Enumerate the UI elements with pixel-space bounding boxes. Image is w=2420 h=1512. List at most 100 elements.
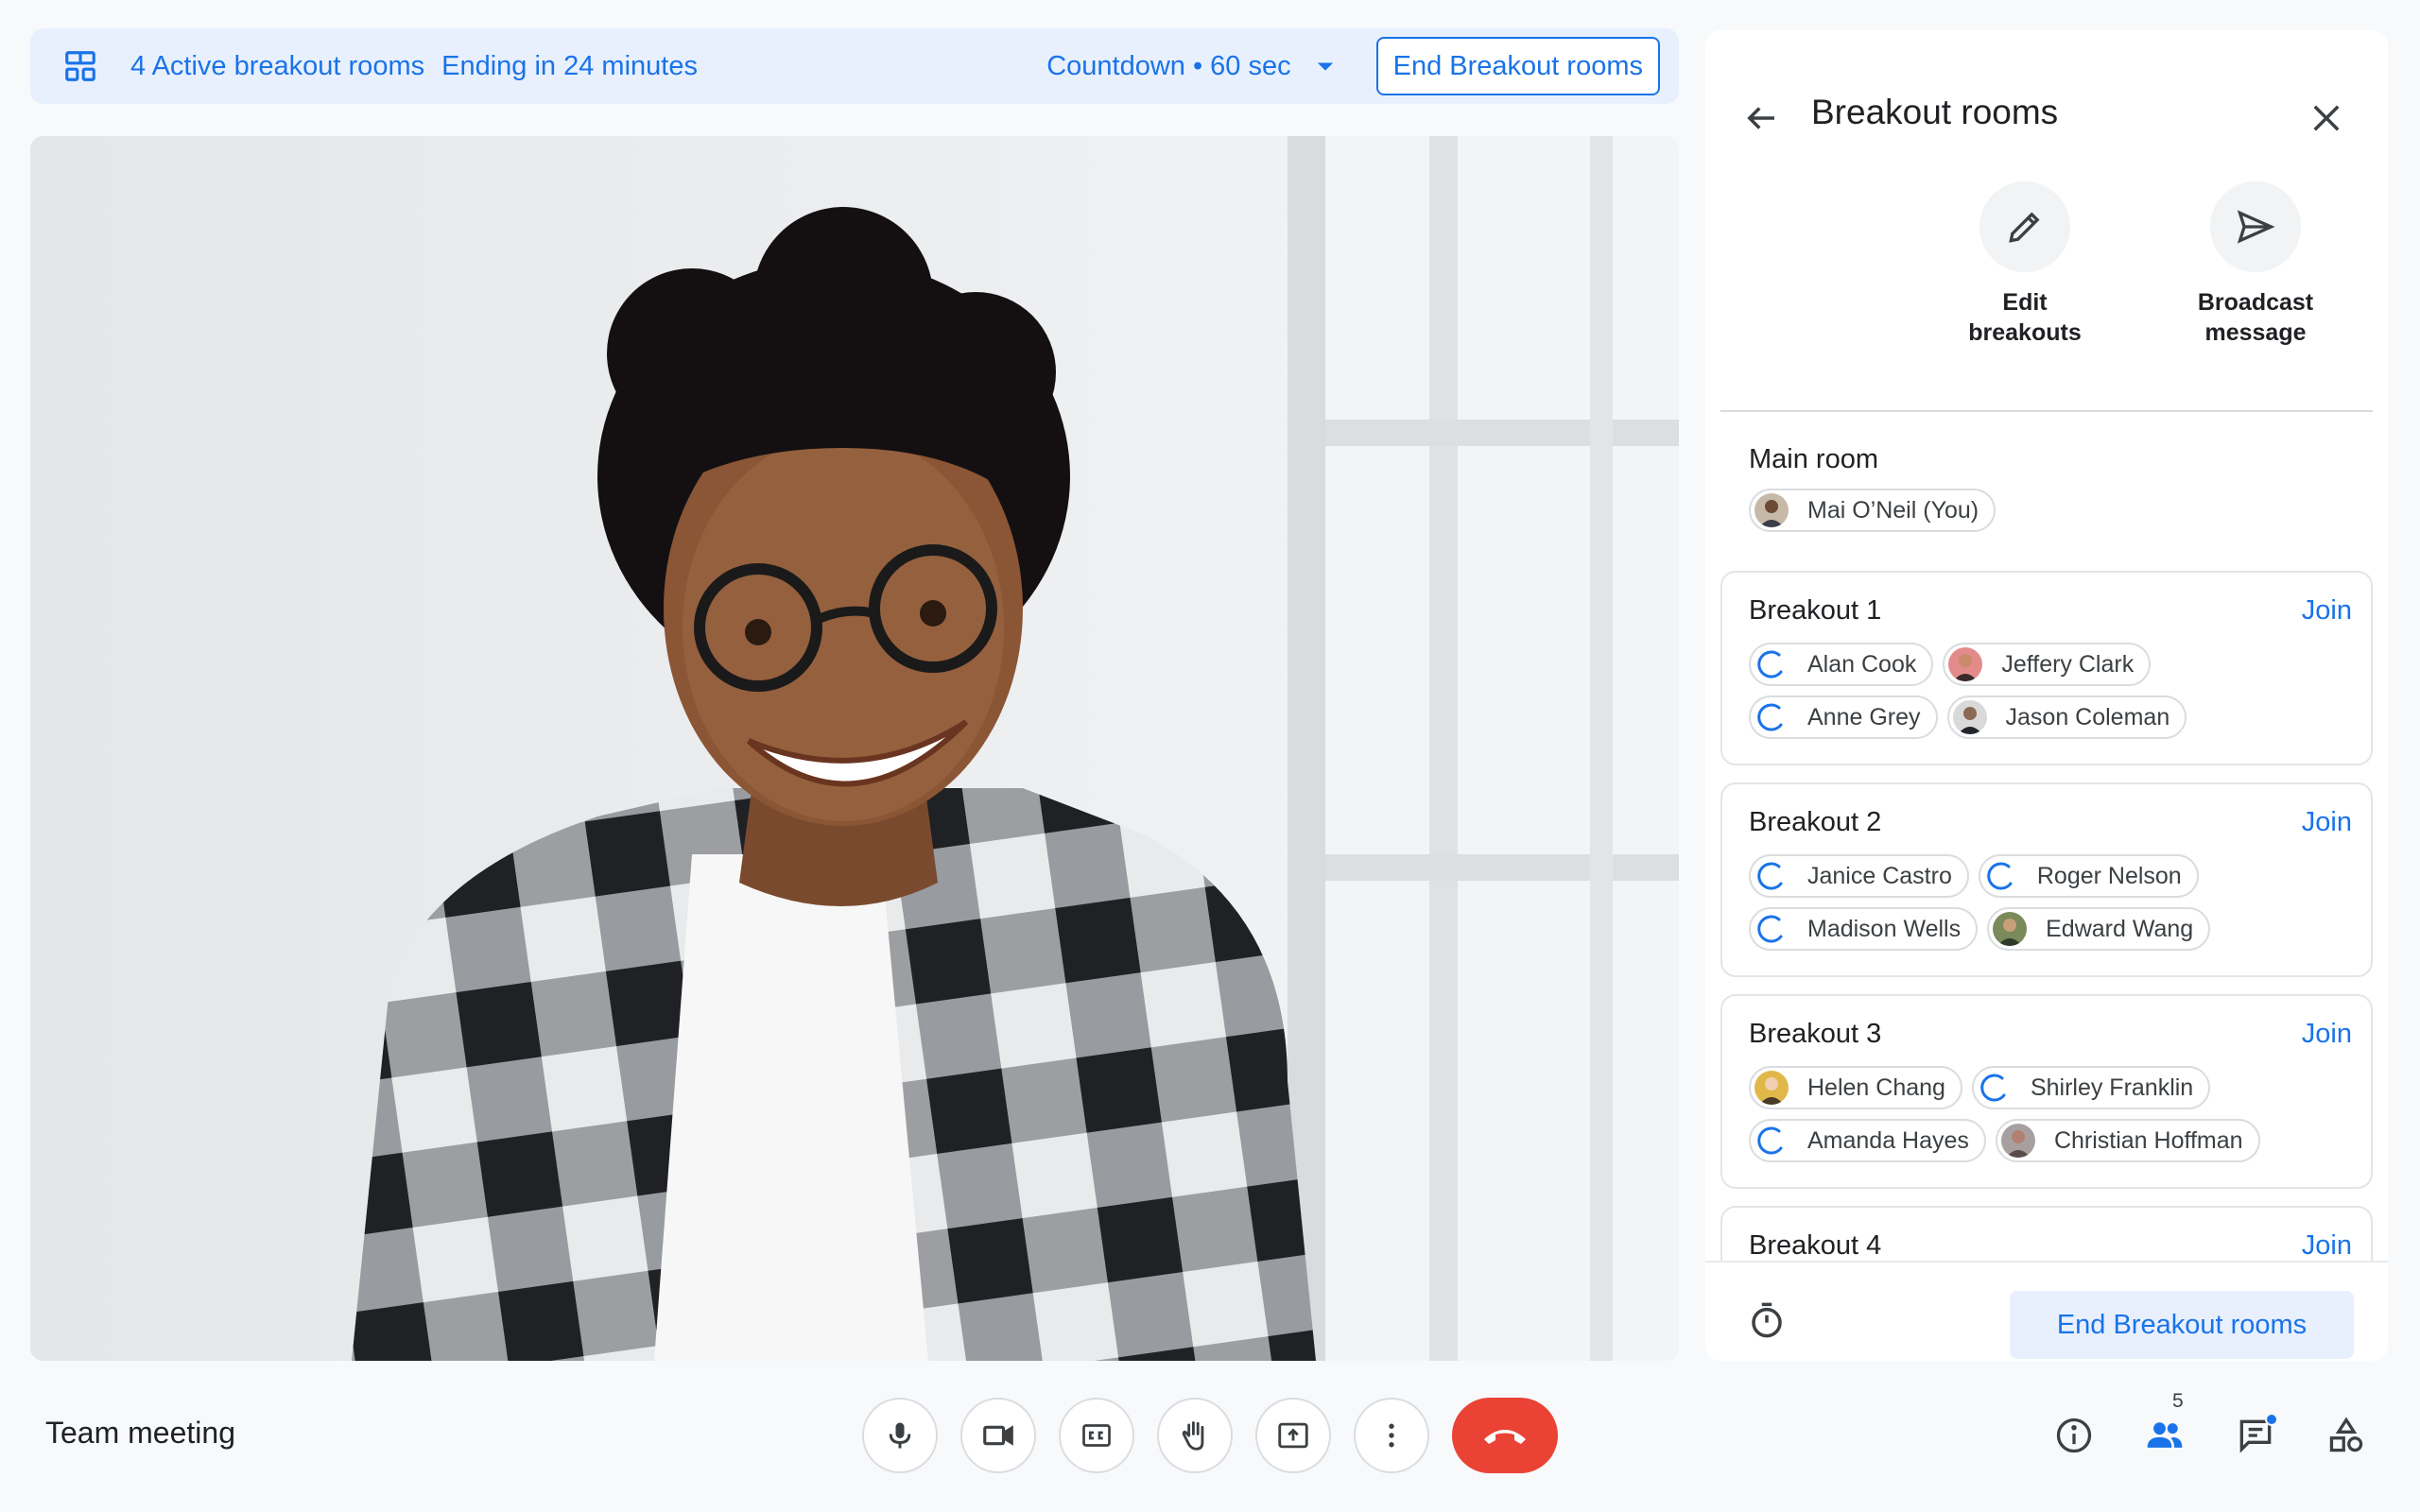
camera-button[interactable]	[960, 1398, 1036, 1473]
captions-button[interactable]	[1059, 1398, 1134, 1473]
participant-chip: Roger Nelson	[1978, 854, 2199, 898]
participant-chip: Anne Grey	[1749, 696, 1938, 739]
loading-spinner-icon	[1754, 1124, 1789, 1158]
join-button[interactable]: Join	[2302, 1019, 2352, 1050]
more-vert-icon	[1374, 1418, 1409, 1452]
unread-indicator	[2265, 1413, 2278, 1426]
meeting-details-button[interactable]	[2053, 1415, 2095, 1456]
pencil-icon	[1979, 181, 2070, 272]
leave-call-button[interactable]	[1452, 1398, 1558, 1473]
main-room-section: Main room Mai O’Neil (You)	[1720, 412, 2373, 571]
loading-spinner-icon	[1754, 912, 1789, 946]
camera-icon	[980, 1418, 1016, 1453]
countdown-label: Countdown • 60 sec	[1046, 50, 1291, 81]
participant-chip: Mai O’Neil (You)	[1749, 489, 1996, 532]
rooms-list[interactable]: Main room Mai O’Neil (You) Breakout 1 Jo…	[1720, 412, 2373, 1261]
participant-name: Christian Hoffman	[2053, 1126, 2243, 1154]
participant-name: Edward Wang	[2046, 915, 2194, 942]
participant-chip: Alan Cook	[1749, 643, 1934, 686]
breakout-status-banner: 4 Active breakout rooms Ending in 24 min…	[30, 28, 1679, 104]
panel-footer: End Breakout rooms	[1705, 1261, 2388, 1361]
participant-chip: Janice Castro	[1749, 854, 1969, 898]
meeting-title: Team meeting	[45, 1416, 235, 1450]
more-options-button[interactable]	[1354, 1398, 1429, 1473]
join-button[interactable]: Join	[2302, 807, 2352, 838]
end-breakout-rooms-footer-button[interactable]: End Breakout rooms	[2010, 1291, 2354, 1359]
broadcast-message-label: Broadcast message	[2197, 289, 2314, 346]
participant-name: Alan Cook	[1807, 650, 1917, 678]
timer-icon[interactable]	[1747, 1300, 1787, 1340]
participant-chip: Jason Coleman	[1946, 696, 2187, 739]
participant-name: Anne Grey	[1807, 703, 1921, 730]
microphone-button[interactable]	[862, 1398, 938, 1473]
main-room-participants: Mai O’Neil (You)	[1749, 489, 2344, 541]
loading-spinner-icon	[1754, 700, 1789, 734]
caret-down-icon	[1312, 53, 1339, 79]
end-breakout-rooms-button[interactable]: End Breakout rooms	[1375, 37, 1660, 95]
participant-name: Jeffery Clark	[2001, 650, 2135, 678]
avatar	[1754, 493, 1789, 527]
participant-name: Mai O’Neil (You)	[1807, 496, 1979, 524]
ending-time: Ending in 24 minutes	[441, 50, 698, 81]
activities-shapes-icon	[2325, 1415, 2367, 1456]
room-title: Breakout 3	[1749, 1018, 1882, 1049]
close-icon[interactable]	[2307, 98, 2346, 138]
participant-chip: Shirley Franklin	[1971, 1066, 2211, 1109]
main-room-title: Main room	[1749, 444, 1878, 474]
participant-chip: Helen Chang	[1749, 1066, 1962, 1109]
avatar	[1993, 912, 2028, 946]
activities-button[interactable]	[2325, 1415, 2367, 1456]
breakout-grid-icon	[62, 48, 98, 84]
meeting-side-tools: 5	[2053, 1390, 2367, 1456]
breakout-rooms-panel: Breakout rooms Edit breakouts Broadcast …	[1705, 30, 2388, 1361]
room-title: Breakout 4	[1749, 1229, 1882, 1261]
participant-chip: Jeffery Clark	[1943, 643, 2152, 686]
participant-chip: Madison Wells	[1749, 907, 1979, 951]
phone-hangup-icon	[1480, 1421, 1530, 1450]
countdown-select[interactable]: Countdown • 60 sec	[1046, 51, 1338, 82]
breakout-room-card: Breakout 2 Join Janice Castro Roger Nels…	[1720, 782, 2373, 977]
participant-name: Helen Chang	[1807, 1074, 1945, 1101]
panel-title: Breakout rooms	[1811, 93, 2059, 131]
join-button[interactable]: Join	[2302, 1230, 2352, 1262]
people-count-badge: 5	[2172, 1390, 2184, 1412]
participant-name: Janice Castro	[1807, 862, 1952, 889]
back-arrow-icon[interactable]	[1741, 98, 1781, 138]
breakout-room-card: Breakout 3 Join Helen Chang Shirley Fran…	[1720, 994, 2373, 1189]
avatar	[1754, 1071, 1789, 1105]
info-icon	[2053, 1415, 2095, 1456]
avatar	[1948, 647, 1983, 681]
room-title: Breakout 1	[1749, 594, 1882, 626]
people-button[interactable]: 5	[2144, 1390, 2186, 1456]
breakout-room-card: Breakout 1 Join Alan Cook Jeffery Clark …	[1720, 571, 2373, 765]
room-title: Breakout 2	[1749, 806, 1882, 837]
participant-chip: Edward Wang	[1987, 907, 2211, 951]
present-screen-button[interactable]	[1255, 1398, 1331, 1473]
chat-button[interactable]	[2235, 1413, 2278, 1456]
participant-name: Roger Nelson	[2036, 862, 2182, 889]
participant-video-image	[30, 136, 1679, 1361]
people-icon	[2144, 1415, 2186, 1456]
loading-spinner-icon	[1978, 1071, 2012, 1105]
avatar	[1952, 700, 1987, 734]
edit-breakouts-label: Edit breakouts	[1968, 289, 2082, 346]
participant-name: Shirley Franklin	[2030, 1074, 2194, 1101]
participant-name: Madison Wells	[1807, 915, 1962, 942]
loading-spinner-icon	[1754, 859, 1789, 893]
participant-video	[30, 136, 1679, 1361]
participant-name: Amanda Hayes	[1807, 1126, 1969, 1154]
loading-spinner-icon	[1754, 647, 1789, 681]
send-icon	[2210, 181, 2301, 272]
broadcast-message-button[interactable]: Broadcast message	[2161, 181, 2350, 348]
panel-header: Breakout rooms	[1705, 30, 2388, 200]
edit-breakouts-button[interactable]: Edit breakouts	[1930, 181, 2119, 348]
breakout-room-card: Breakout 4 Join	[1720, 1206, 2373, 1261]
loading-spinner-icon	[1984, 859, 2018, 893]
microphone-icon	[883, 1418, 917, 1452]
present-screen-icon	[1275, 1418, 1311, 1453]
participant-chip: Christian Hoffman	[1995, 1119, 2260, 1162]
join-button[interactable]: Join	[2302, 595, 2352, 627]
raise-hand-button[interactable]	[1157, 1398, 1233, 1473]
hand-icon	[1177, 1418, 1213, 1453]
active-rooms-count: 4 Active breakout rooms	[130, 50, 425, 81]
